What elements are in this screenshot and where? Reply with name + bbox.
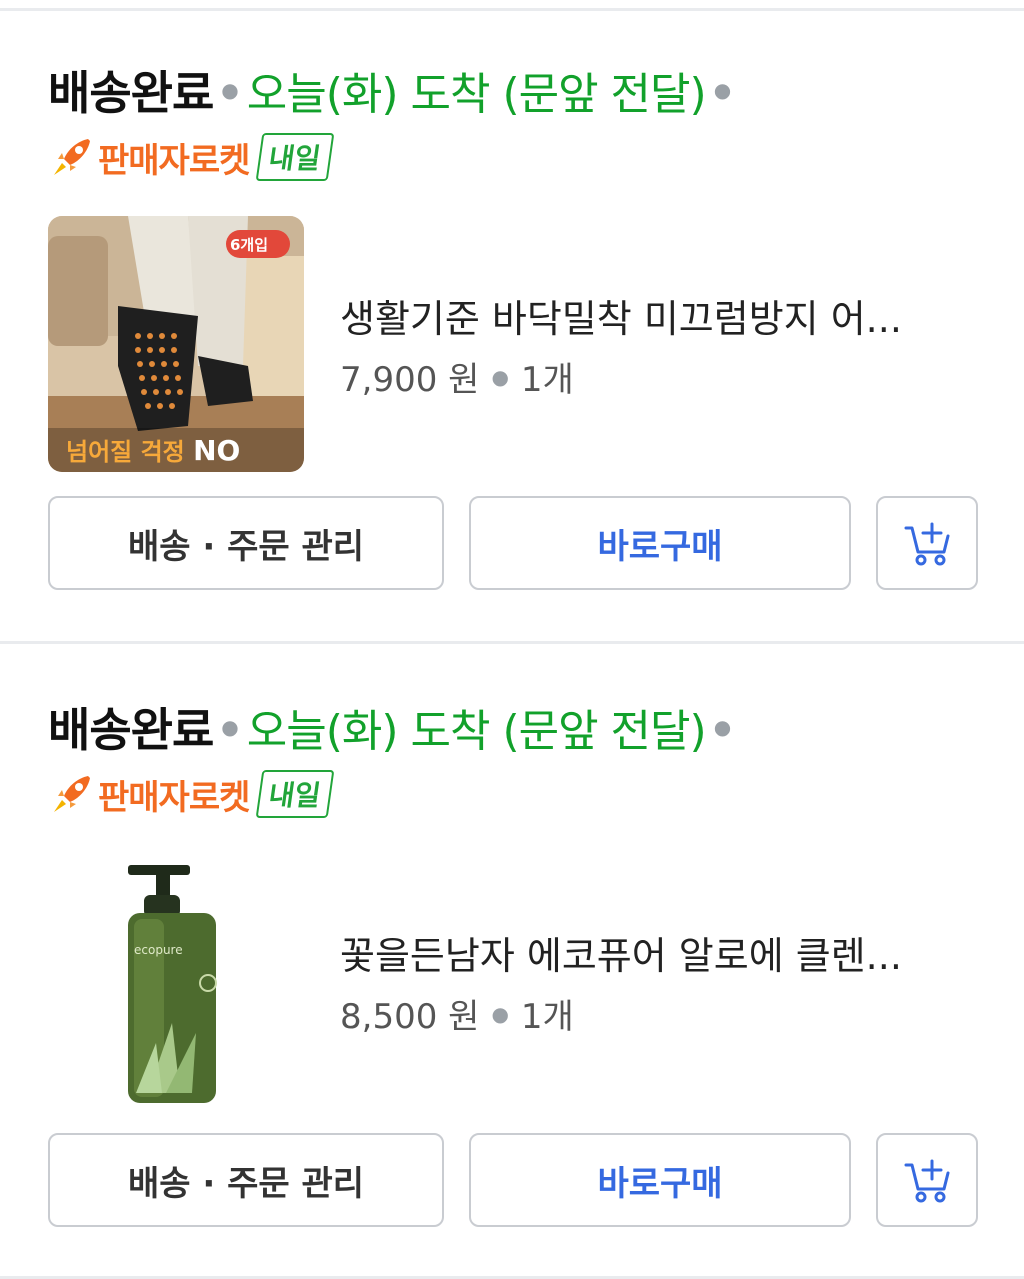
cleanser-bottle-image xyxy=(48,853,304,1109)
thumb-count-badge: 6개입 xyxy=(230,236,269,254)
add-to-cart-icon xyxy=(904,522,950,566)
buy-now-button[interactable]: 바로구매 xyxy=(469,1133,851,1227)
price-row: 8,500 원 ● 1개 xyxy=(340,989,574,1038)
tomorrow-badge: 내일 xyxy=(256,770,335,818)
add-to-cart-button[interactable] xyxy=(876,1133,978,1227)
product-price: 7,900 원 xyxy=(340,360,480,400)
delivery-status: 배송완료 xyxy=(48,703,214,757)
rocket-label: 판매자로켓 xyxy=(98,140,250,181)
rocket-icon xyxy=(54,139,90,175)
price-row: 7,900 원 ● 1개 xyxy=(340,352,574,401)
delivery-status-row: 배송완료 ● 오늘(화) 도착 (문앞 전달) ● xyxy=(48,55,739,125)
separator-dot: ● xyxy=(491,1001,509,1026)
thumb-caption-text: 넘어질 걱정 xyxy=(66,438,194,466)
delivery-status: 배송완료 xyxy=(48,66,214,120)
add-to-cart-icon xyxy=(904,1159,950,1203)
product-thumbnail[interactable]: 6개입 넘어질 걱정 NO xyxy=(48,216,304,472)
thumb-caption: 넘어질 걱정 NO xyxy=(66,432,240,467)
separator-dot: ● xyxy=(221,715,239,739)
tomorrow-badge: 내일 xyxy=(256,133,335,181)
product-title[interactable]: 꽃을든남자 에코퓨어 알로에 클렌... xyxy=(340,925,980,980)
manage-order-button[interactable]: 배송 · 주문 관리 xyxy=(48,1133,444,1227)
separator-dot: ● xyxy=(491,364,509,389)
rocket-delivery-row: 판매자로켓 내일 xyxy=(48,769,335,819)
product-thumbnail[interactable]: ecopure xyxy=(48,853,304,1109)
manage-order-button[interactable]: 배송 · 주문 관리 xyxy=(48,496,444,590)
thumb-brand: ecopure xyxy=(134,943,183,957)
rocket-label: 판매자로켓 xyxy=(98,777,250,818)
delivery-status-row: 배송완료 ● 오늘(화) 도착 (문앞 전달) ● xyxy=(48,692,739,762)
product-price: 8,500 원 xyxy=(340,997,480,1037)
buy-now-button[interactable]: 바로구매 xyxy=(469,496,851,590)
add-to-cart-button[interactable] xyxy=(876,496,978,590)
order-card: 배송완료 ● 오늘(화) 도착 (문앞 전달) ● 판매자로켓 내일 6개입 넘… xyxy=(0,0,1024,620)
separator-dot: ● xyxy=(713,715,732,739)
rocket-icon xyxy=(54,776,90,812)
thumb-caption-no: NO xyxy=(193,434,241,467)
product-title[interactable]: 생활기준 바닥밀착 미끄럼방지 어... xyxy=(340,288,980,343)
arrival-info: 오늘(화) 도착 (문앞 전달) xyxy=(246,706,707,757)
separator-dot: ● xyxy=(221,78,239,102)
separator-dot: ● xyxy=(713,78,732,102)
product-quantity: 1개 xyxy=(520,360,574,400)
order-card: 배송완료 ● 오늘(화) 도착 (문앞 전달) ● 판매자로켓 내일 ecopu… xyxy=(0,637,1024,1257)
arrival-info: 오늘(화) 도착 (문앞 전달) xyxy=(246,69,707,120)
product-quantity: 1개 xyxy=(520,997,574,1037)
rocket-delivery-row: 판매자로켓 내일 xyxy=(48,132,335,182)
